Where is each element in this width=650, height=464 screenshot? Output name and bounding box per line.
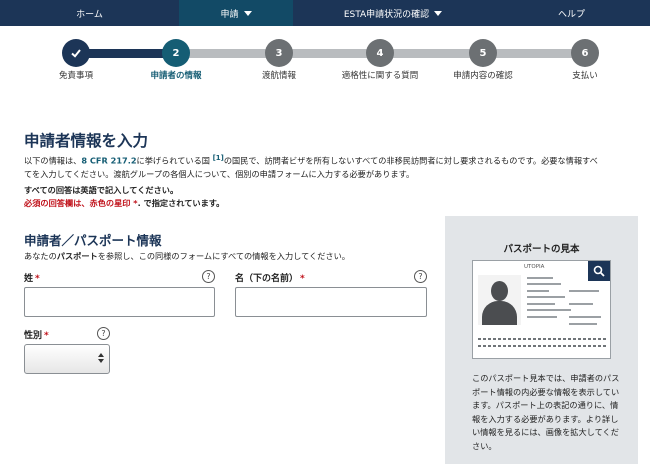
section-desc-bold: パスポート [56, 251, 98, 261]
gender-select[interactable] [24, 344, 110, 374]
passport-photo [478, 275, 521, 325]
given-name-input[interactable] [235, 287, 427, 317]
select-arrows-icon [98, 353, 104, 367]
step-4-label: 適格性に関する質問 [341, 71, 419, 81]
step-4-circle: 4 [366, 39, 394, 67]
magnifier-icon [593, 265, 605, 277]
passport-mrz-line-1 [478, 338, 606, 340]
surname-label-text: 姓 [24, 274, 34, 284]
step-6-label: 支払い [572, 71, 598, 81]
step-2-circle: 2 [162, 39, 190, 67]
help-glyph: ? [206, 272, 211, 281]
required-star: * [300, 274, 305, 284]
help-glyph: ? [101, 329, 106, 338]
surname-input[interactable] [24, 287, 215, 317]
intro-prefix: 以下の情報は、 [24, 155, 82, 166]
zoom-button[interactable] [588, 261, 610, 281]
step-5-circle: 5 [469, 39, 497, 67]
intro-paragraph: 以下の情報は、8 CFR 217.2に挙げられている国 [1]の国民で、訪問者ビ… [24, 152, 636, 181]
gender-help-icon[interactable]: ? [97, 327, 110, 340]
intro-line2: てを入力してください。渡航グループの各個人について、個別の申請フォームに入力する… [24, 168, 415, 179]
page-title: 申請者情報を入力 [24, 132, 149, 150]
step-3-label: 渡航情報 [261, 71, 296, 81]
intro-suffix: の国民で、訪問者ビザを所有しないすべての非移民訪問者に対し要求されるものです。必… [223, 155, 598, 166]
given-name-label-text: 名（下の名前） [235, 274, 299, 284]
step-6-number: 6 [581, 47, 589, 59]
surname-help-icon[interactable]: ? [202, 270, 215, 283]
section-title-applicant-passport: 申請者／パスポート情報 [24, 233, 162, 248]
section-desc-suffix: を参照し、この同様のフォームにすべての情報を入力してください。 [97, 251, 350, 261]
notes: すべての回答は英語で記入してください。 必須の回答欄は、赤色の星印 *. で指定… [24, 184, 636, 210]
required-note-rest: . で指定されています。 [137, 198, 225, 208]
person-body [482, 301, 517, 325]
progress-stepper: 2 3 4 5 6 免責事項 申請者の情報 渡航情報 適格性に関する質問 申請内… [0, 0, 650, 81]
help-glyph: ? [418, 272, 423, 281]
gender-label-text: 性別 [24, 331, 43, 341]
given-name-help-icon[interactable]: ? [414, 270, 427, 283]
passport-country-text: UTOPIA [524, 264, 545, 270]
step-6-circle: 6 [571, 39, 599, 67]
step-3-number: 3 [275, 47, 283, 59]
step-3-circle: 3 [265, 39, 293, 67]
step-5-number: 5 [479, 47, 487, 59]
english-note: すべての回答は英語で記入してください。 [24, 185, 179, 195]
gender-label: 性別 * [24, 328, 49, 341]
step-4-number: 4 [376, 47, 384, 59]
required-note: 必須の回答欄は、赤色の星印 * [24, 198, 138, 208]
step-1-circle[interactable] [62, 39, 90, 67]
section-desc-prefix: あなたの [24, 251, 57, 261]
surname-label: 姓 * [24, 271, 40, 284]
passport-sample-image[interactable]: UTOPIA [472, 260, 611, 359]
passport-mrz-line-2 [478, 345, 606, 347]
step-2-label: 申請者の情報 [150, 71, 202, 81]
given-name-label: 名（下の名前） * [235, 271, 305, 284]
step-1-label: 免責事項 [58, 71, 93, 81]
passport-sample-panel: パスポートの見本 UTOPIA このパスポート見本では、申請者のパスポート情報の… [445, 216, 638, 464]
required-star: * [35, 274, 40, 284]
intro-mid: に挙げられている国 [136, 155, 213, 166]
step-2-number: 2 [172, 47, 180, 59]
passport-sample-description: このパスポート見本では、申請者のパスポート情報の内必要な情報を表示しています。パ… [472, 373, 620, 451]
step-5-label: 申請内容の確認 [453, 71, 513, 81]
footnote-link[interactable]: [1] [213, 154, 224, 162]
checkmark-icon [71, 49, 81, 58]
required-star: * [44, 331, 49, 341]
cfr-link[interactable]: 8 CFR 217.2 [81, 156, 136, 166]
person-head [491, 281, 508, 301]
passport-sample-title: パスポートの見本 [503, 244, 580, 255]
